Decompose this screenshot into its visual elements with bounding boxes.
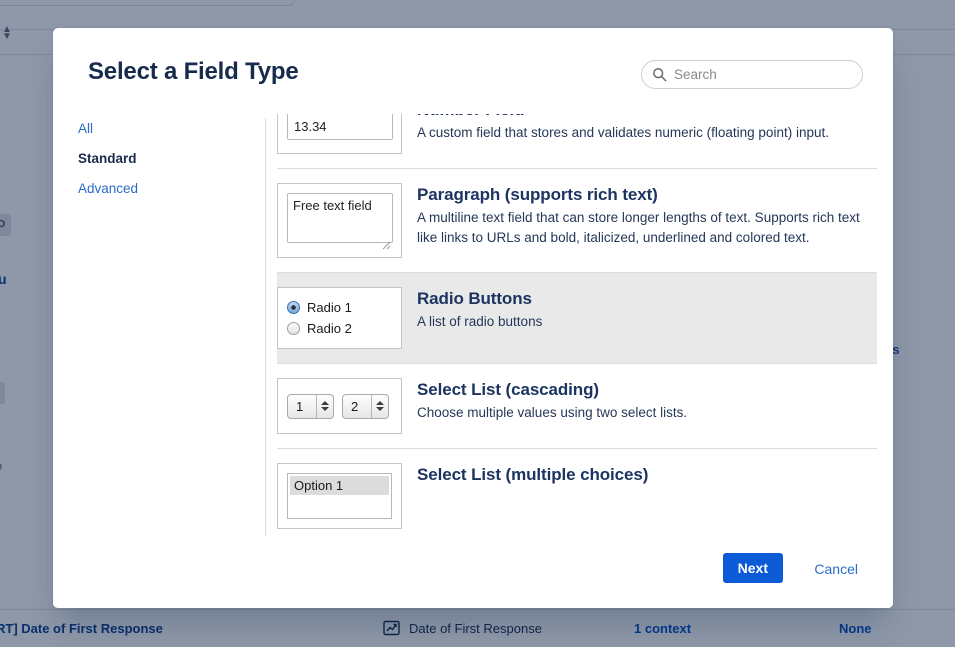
field-type-name: Paragraph (supports rich text) [417,184,873,205]
field-type-option[interactable]: Number Field A custom field that stores a… [277,114,877,169]
sidebar-item-all[interactable]: All [53,114,265,144]
field-type-option[interactable]: Radio 1 Radio 2 Radio Buttons A list of rad… [277,273,877,364]
sidebar-item-advanced[interactable]: Advanced [53,174,265,204]
field-preview [277,114,402,154]
field-type-text: Radio Buttons A list of radio buttons [417,287,873,332]
search-input[interactable] [641,60,863,89]
textarea-preview-wrapper [287,193,393,248]
field-preview: Option 1 [277,463,402,529]
stepper-arrows-icon[interactable] [371,395,388,418]
field-type-name: Radio Buttons [417,288,873,309]
field-preview: 12 [277,378,402,434]
number-preview-input[interactable] [287,114,393,140]
sidebar-item-standard[interactable]: Standard [53,144,265,174]
field-preview: Radio 1 Radio 2 [277,287,402,349]
field-type-text: Number Field A custom field that stores a… [417,114,873,143]
radio-option[interactable]: Radio 1 [287,297,352,318]
field-type-text: Select List (multiple choices) [417,463,873,485]
field-type-description: A custom field that stores and validates… [417,123,873,143]
field-preview [277,183,402,258]
dialog-header: Select a Field Type [53,28,893,100]
select-value: 2 [343,399,358,414]
field-type-option[interactable]: 12Select List (cascading)Choose multiple… [277,364,877,449]
page-title: Select a Field Type [88,58,299,86]
stepper-arrows-icon[interactable] [316,395,333,418]
radio-option-label: Radio 2 [307,321,352,336]
field-type-option[interactable]: Paragraph (supports rich text) A multilin… [277,169,877,273]
cascading-preview-group: 12 [287,394,389,419]
select-dropdown[interactable]: 1 [287,394,334,419]
field-type-text: Select List (cascading) Choose multiple v… [417,378,873,423]
field-type-description: A list of radio buttons [417,312,873,332]
radio-dot-icon [287,301,300,314]
field-type-description: A multiline text field that can store lo… [417,208,873,247]
field-type-list-scroll[interactable]: Number Field A custom field that stores a… [277,114,877,536]
radio-dot-icon [287,322,300,335]
select-field-type-dialog: Select a Field Type AllStandardAdvanced … [53,28,893,608]
field-type-name: Select List (multiple choices) [417,464,873,485]
next-button[interactable]: Next [723,553,783,583]
radio-option[interactable]: Radio 2 [287,318,352,339]
select-dropdown[interactable]: 2 [342,394,389,419]
radio-option-label: Radio 1 [307,300,352,315]
field-type-description: Choose multiple values using two select … [417,403,873,423]
field-type-text: Paragraph (supports rich text) A multilin… [417,183,873,247]
radio-preview-group: Radio 1 Radio 2 [287,297,352,339]
sidebar-divider [265,118,266,536]
search-field[interactable] [641,60,863,89]
field-type-name: Number Field [417,114,873,120]
field-type-option[interactable]: Option 1 Select List (multiple choices) [277,449,877,536]
multiselect-preview[interactable]: Option 1 [287,473,392,519]
field-type-name: Select List (cascading) [417,379,873,400]
dialog-footer: Next Cancel [53,536,893,608]
select-value: 1 [288,399,303,414]
multiselect-option[interactable]: Option 1 [290,476,389,495]
paragraph-preview-textarea[interactable] [287,193,393,243]
cancel-button[interactable]: Cancel [814,561,858,577]
category-sidebar: AllStandardAdvanced [53,114,265,204]
